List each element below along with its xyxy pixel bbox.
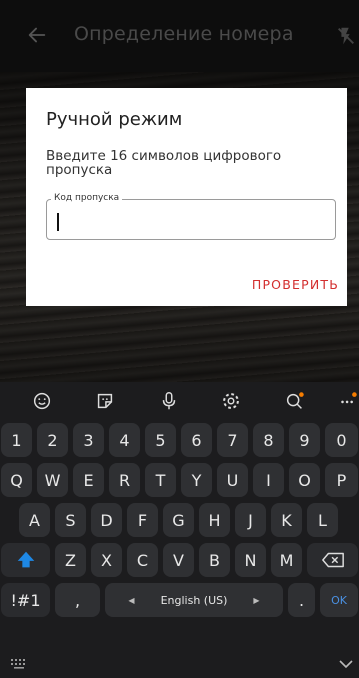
arrow-left-icon[interactable] — [26, 24, 48, 46]
dialog-title: Ручной режим — [46, 109, 183, 130]
key-0[interactable]: 0 — [325, 423, 358, 457]
chevron-down-icon[interactable] — [338, 658, 354, 670]
keyboard: 1 2 3 4 5 6 7 8 9 0 Q W E R T Y U I O P … — [0, 382, 359, 678]
key-4[interactable]: 4 — [109, 423, 140, 457]
space-key-label: English (US) — [160, 593, 228, 607]
shift-key[interactable] — [1, 543, 50, 577]
key-k[interactable]: K — [271, 503, 302, 537]
key-m[interactable]: M — [271, 543, 302, 577]
navigation-bar — [0, 650, 359, 678]
key-o[interactable]: O — [289, 463, 320, 497]
key-a[interactable]: A — [19, 503, 50, 537]
key-i[interactable]: I — [253, 463, 284, 497]
key-7[interactable]: 7 — [217, 423, 248, 457]
key-n[interactable]: N — [235, 543, 266, 577]
key-8[interactable]: 8 — [253, 423, 284, 457]
shift-icon — [17, 551, 34, 568]
key-l[interactable]: L — [307, 503, 338, 537]
search-icon[interactable] — [284, 390, 306, 412]
key-c[interactable]: C — [127, 543, 158, 577]
comma-key[interactable]: , — [55, 583, 100, 617]
key-y[interactable]: Y — [181, 463, 212, 497]
chevron-left-icon: ◀ — [128, 595, 135, 605]
space-key[interactable]: ◀ English (US) ▶ — [105, 583, 283, 617]
key-j[interactable]: J — [235, 503, 266, 537]
key-q[interactable]: Q — [1, 463, 32, 497]
key-f[interactable]: F — [127, 503, 158, 537]
key-3[interactable]: 3 — [73, 423, 104, 457]
keyboard-toolbar — [0, 382, 359, 420]
key-g[interactable]: G — [163, 503, 194, 537]
dialog-description: Введите 16 символов цифрового пропуска — [46, 148, 282, 178]
key-1[interactable]: 1 — [1, 423, 32, 457]
key-z[interactable]: Z — [55, 543, 86, 577]
key-r[interactable]: R — [109, 463, 140, 497]
microphone-icon[interactable] — [158, 390, 180, 412]
flash-off-icon[interactable] — [335, 24, 357, 48]
key-t[interactable]: T — [145, 463, 176, 497]
key-v[interactable]: V — [163, 543, 194, 577]
chevron-right-icon: ▶ — [253, 595, 260, 605]
key-d[interactable]: D — [91, 503, 122, 537]
manual-mode-dialog: Ручной режим Введите 16 символов цифрово… — [26, 88, 347, 306]
page-title: Определение номера — [74, 23, 294, 45]
settings-icon[interactable] — [220, 390, 242, 412]
key-6[interactable]: 6 — [181, 423, 212, 457]
key-2[interactable]: 2 — [37, 423, 68, 457]
key-x[interactable]: X — [91, 543, 122, 577]
more-icon[interactable] — [337, 390, 359, 412]
key-u[interactable]: U — [217, 463, 248, 497]
key-h[interactable]: H — [199, 503, 230, 537]
key-s[interactable]: S — [55, 503, 86, 537]
key-w[interactable]: W — [37, 463, 68, 497]
key-e[interactable]: E — [73, 463, 104, 497]
sticker-icon[interactable] — [94, 390, 116, 412]
ok-key[interactable]: OK — [320, 583, 358, 617]
key-9[interactable]: 9 — [289, 423, 320, 457]
pass-code-label: Код пропуска — [51, 193, 123, 203]
keyboard-grid-icon[interactable] — [10, 658, 28, 670]
period-key[interactable]: . — [288, 583, 315, 617]
backspace-icon — [321, 552, 344, 568]
app-bar: Определение номера — [0, 0, 359, 72]
backspace-key[interactable] — [307, 543, 358, 577]
screen: Определение номера Ручной режим Введите … — [0, 0, 359, 678]
pass-code-input[interactable]: Код пропуска — [46, 193, 336, 240]
key-p[interactable]: P — [325, 463, 358, 497]
emoji-icon[interactable] — [31, 390, 53, 412]
symbols-key[interactable]: !#1 — [1, 583, 50, 617]
text-cursor — [57, 213, 59, 231]
key-5[interactable]: 5 — [145, 423, 176, 457]
verify-button[interactable]: ПРОВЕРИТЬ — [252, 277, 339, 292]
key-b[interactable]: B — [199, 543, 230, 577]
